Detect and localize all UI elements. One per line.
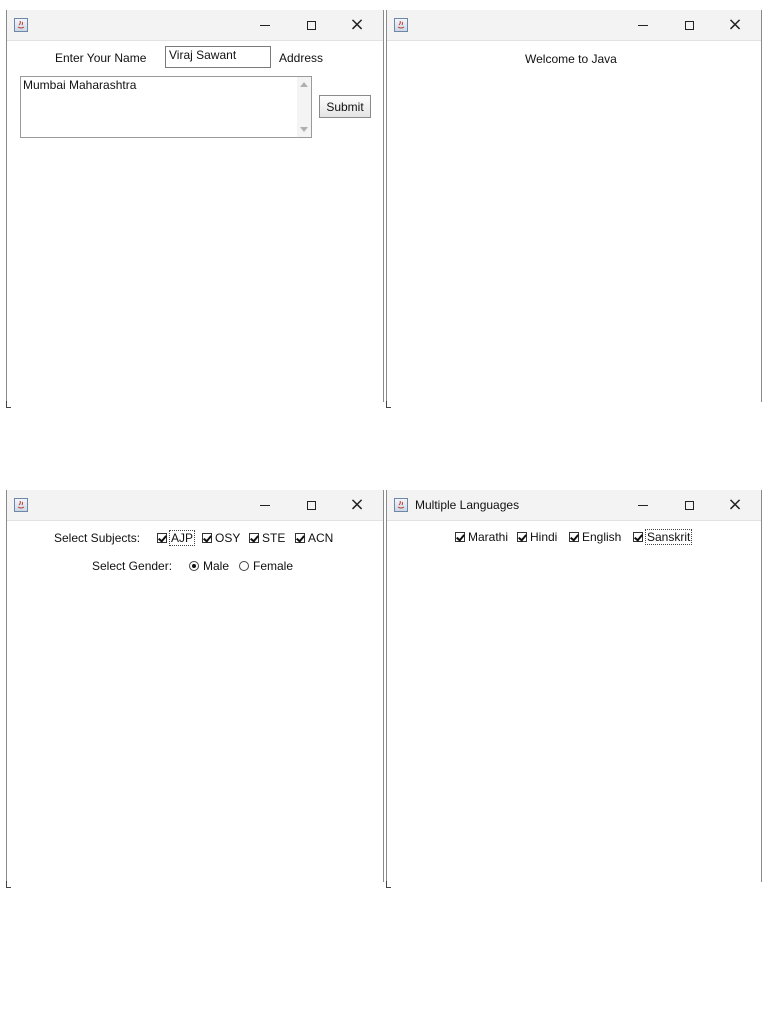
- checkbox-box[interactable]: [295, 533, 305, 543]
- close-button[interactable]: ×: [713, 10, 757, 40]
- java-app-icon[interactable]: [14, 498, 28, 512]
- minimize-button[interactable]: [621, 10, 665, 40]
- checkbox-ste[interactable]: STE: [249, 531, 285, 545]
- close-icon: ×: [727, 494, 743, 515]
- minimize-icon: [260, 24, 270, 26]
- checkbox-box[interactable]: [633, 532, 643, 542]
- minimize-icon: [260, 504, 270, 506]
- checkbox-english[interactable]: English: [569, 530, 621, 544]
- close-button[interactable]: ×: [713, 490, 757, 520]
- checkbox-box[interactable]: [202, 533, 212, 543]
- window-name-address: × Enter Your Name Viraj Sawant Address M…: [6, 10, 384, 408]
- address-label: Address: [279, 51, 324, 65]
- checkbox-label: English: [582, 530, 622, 544]
- maximize-icon: [684, 500, 694, 510]
- title-bar[interactable]: ×: [7, 490, 383, 521]
- close-icon: ×: [349, 14, 365, 35]
- title-bar[interactable]: ×: [387, 10, 761, 41]
- maximize-button[interactable]: [289, 10, 333, 40]
- checkbox-acn[interactable]: ACN: [295, 531, 333, 545]
- resize-corner-left: [386, 881, 391, 888]
- checkbox-box[interactable]: [455, 532, 465, 542]
- checkbox-sanskrit[interactable]: Sanskrit: [633, 529, 693, 545]
- checkbox-label: Marathi: [468, 530, 509, 544]
- gender-label: Select Gender:: [92, 559, 173, 573]
- checkbox-label: Sanskrit: [644, 529, 693, 545]
- name-input[interactable]: Viraj Sawant: [165, 46, 271, 68]
- scroll-up-icon[interactable]: [300, 82, 308, 87]
- maximize-button[interactable]: [667, 490, 711, 520]
- window-title: Multiple Languages: [415, 498, 520, 512]
- maximize-icon: [306, 500, 316, 510]
- resize-corner-left: [386, 401, 391, 408]
- resize-corner-left: [6, 881, 11, 888]
- minimize-icon: [638, 504, 648, 506]
- java-app-icon[interactable]: [394, 18, 408, 32]
- checkbox-box[interactable]: [569, 532, 579, 542]
- radio-female[interactable]: Female: [239, 559, 293, 573]
- java-app-icon[interactable]: [394, 498, 408, 512]
- java-app-icon[interactable]: [14, 18, 28, 32]
- address-scrollbar[interactable]: [297, 77, 311, 137]
- checkbox-label: Hindi: [530, 530, 558, 544]
- close-button[interactable]: ×: [335, 490, 379, 520]
- checkbox-marathi[interactable]: Marathi: [455, 530, 508, 544]
- checkbox-box[interactable]: [517, 532, 527, 542]
- checkbox-label: ACN: [308, 531, 334, 545]
- radio-label: Female: [253, 559, 294, 573]
- minimize-button[interactable]: [243, 10, 287, 40]
- radio-male[interactable]: Male: [189, 559, 229, 573]
- title-bar[interactable]: ×: [7, 10, 383, 41]
- checkbox-osy[interactable]: OSY: [202, 531, 240, 545]
- checkbox-box[interactable]: [157, 533, 167, 543]
- maximize-button[interactable]: [289, 490, 333, 520]
- minimize-button[interactable]: [243, 490, 287, 520]
- checkbox-label: STE: [262, 531, 286, 545]
- resize-corner-left: [6, 401, 11, 408]
- window-welcome: × Welcome to Java: [386, 10, 762, 408]
- maximize-icon: [684, 20, 694, 30]
- subjects-label: Select Subjects:: [54, 531, 141, 545]
- minimize-button[interactable]: [621, 490, 665, 520]
- welcome-label: Welcome to Java: [525, 52, 617, 66]
- checkbox-hindi[interactable]: Hindi: [517, 530, 557, 544]
- checkbox-label: AJP: [168, 530, 196, 546]
- window-multiple-languages: Multiple Languages × Marathi Hindi Engli…: [386, 490, 762, 888]
- radio-unselected-icon[interactable]: [239, 561, 249, 571]
- checkbox-label: OSY: [215, 531, 241, 545]
- window-subjects-gender: × Select Subjects: AJP OSY STE ACN Selec…: [6, 490, 384, 888]
- minimize-icon: [638, 24, 648, 26]
- checkbox-box[interactable]: [249, 533, 259, 543]
- submit-button[interactable]: Submit: [319, 95, 371, 118]
- address-text: Mumbai Maharashtra: [23, 78, 137, 92]
- address-textarea[interactable]: Mumbai Maharashtra: [20, 76, 312, 138]
- radio-label: Male: [203, 559, 230, 573]
- checkbox-ajp[interactable]: AJP: [157, 530, 196, 546]
- close-icon: ×: [727, 14, 743, 35]
- name-label: Enter Your Name: [55, 51, 147, 65]
- radio-selected-icon[interactable]: [189, 561, 199, 571]
- maximize-icon: [306, 20, 316, 30]
- close-icon: ×: [349, 494, 365, 515]
- title-bar[interactable]: Multiple Languages ×: [387, 490, 761, 521]
- close-button[interactable]: ×: [335, 10, 379, 40]
- scroll-down-icon[interactable]: [300, 127, 308, 132]
- maximize-button[interactable]: [667, 10, 711, 40]
